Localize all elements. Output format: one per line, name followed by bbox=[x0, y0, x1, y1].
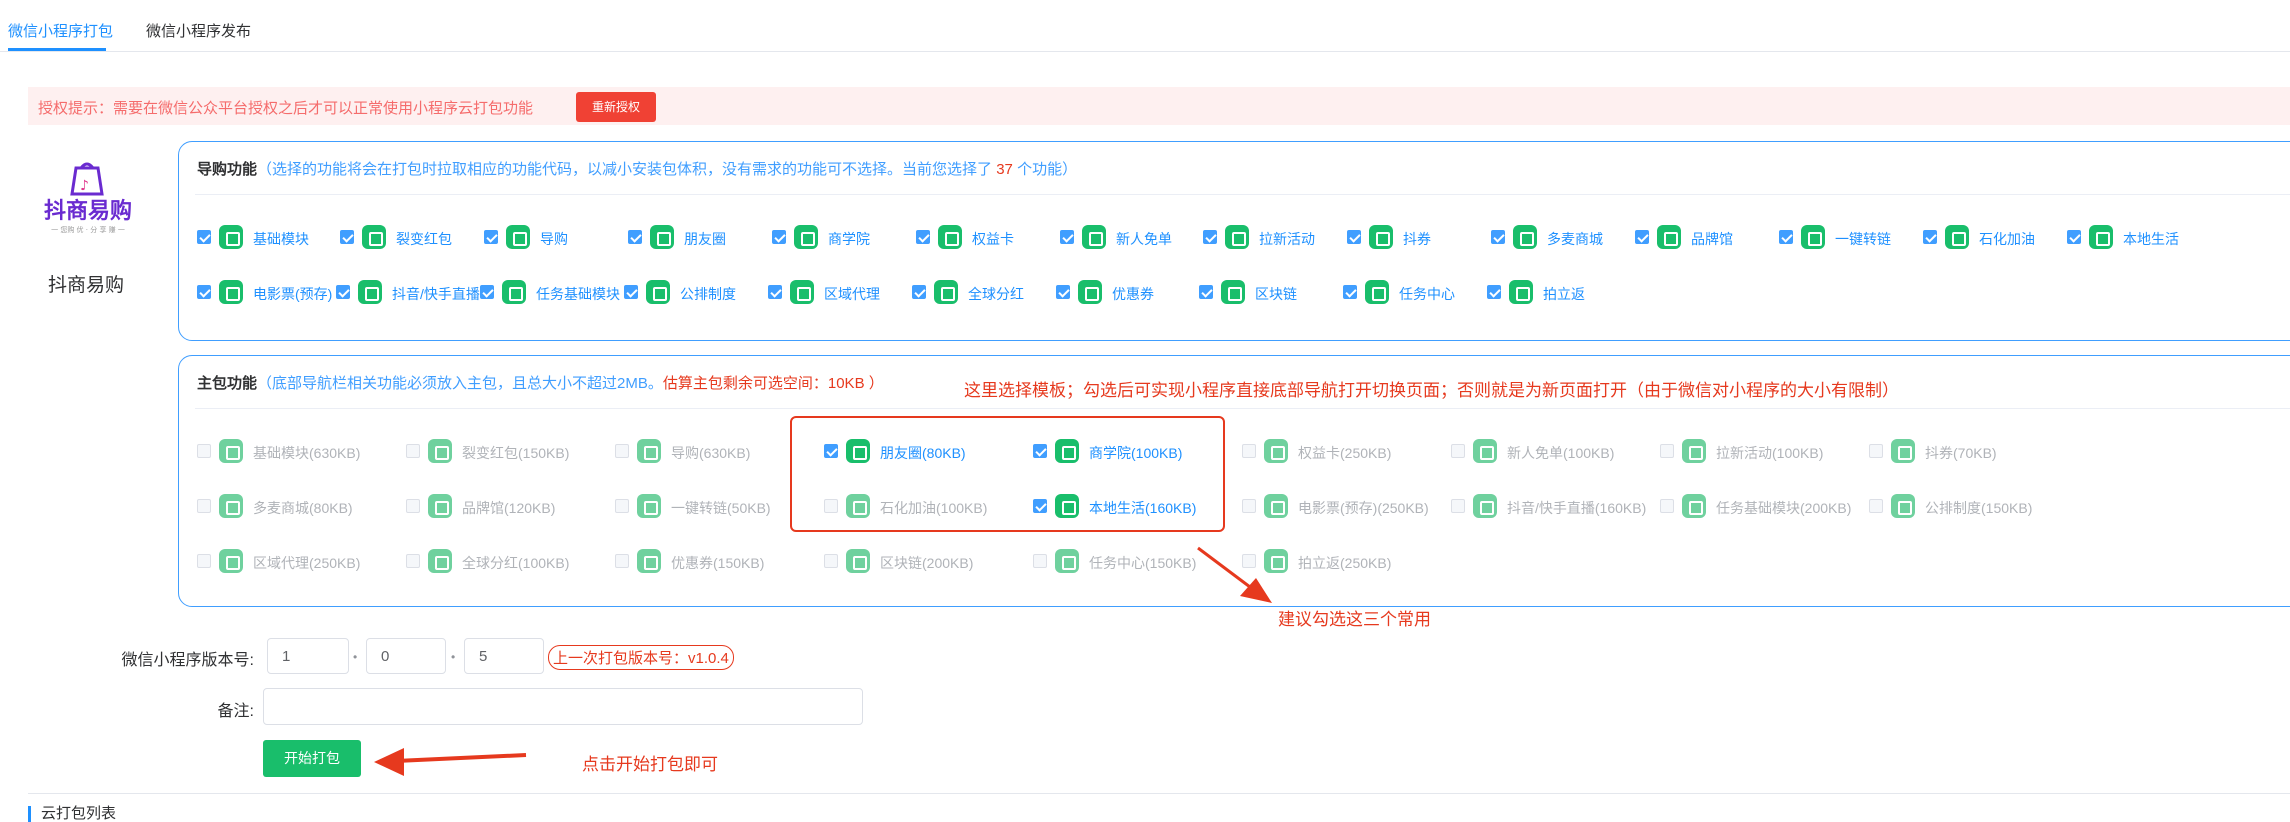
divider bbox=[28, 793, 2290, 794]
version-separator: • bbox=[353, 650, 358, 664]
arrow-to-start-icon bbox=[374, 748, 527, 776]
arrow-to-suggest-icon bbox=[1197, 546, 1272, 603]
cloud-list-title: 云打包列表 bbox=[28, 806, 116, 822]
version-major-input[interactable]: 1 bbox=[267, 638, 349, 674]
last-version-text: 上一次打包版本号：v1.0.4 bbox=[548, 645, 734, 670]
remark-input[interactable] bbox=[263, 688, 863, 725]
version-label: 微信小程序版本号: bbox=[121, 652, 254, 669]
version-separator: • bbox=[451, 650, 456, 664]
start-pack-button[interactable]: 开始打包 bbox=[263, 740, 361, 777]
version-minor-input[interactable]: 0 bbox=[366, 638, 446, 674]
version-patch-input[interactable]: 5 bbox=[464, 638, 544, 674]
remark-label: 备注: bbox=[217, 703, 254, 720]
